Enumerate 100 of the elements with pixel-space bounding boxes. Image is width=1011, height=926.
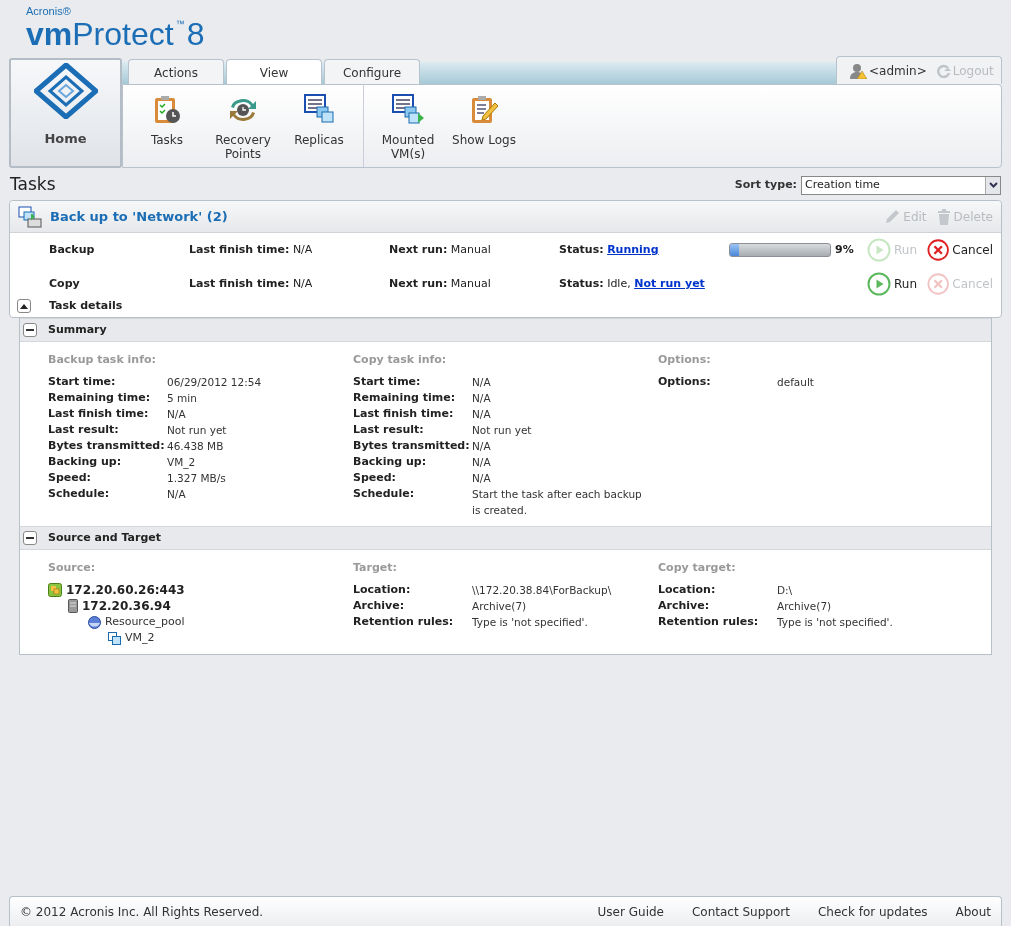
field-value: N/A — [472, 471, 492, 486]
home-button[interactable]: Home — [9, 58, 122, 168]
section-title: Summary — [48, 321, 107, 338]
field-label: Remaining time: — [48, 390, 152, 406]
field-label: Start time: — [353, 374, 422, 390]
tree-item[interactable]: Resource_pool — [105, 613, 185, 631]
field-label: Last result: — [353, 422, 425, 438]
field-label: Remaining time: — [353, 390, 457, 406]
caret-icon — [20, 303, 28, 309]
section-title: Source and Target — [48, 529, 162, 546]
page-title: Tasks — [10, 173, 56, 197]
section-toggle[interactable] — [23, 531, 37, 545]
clipboard-pencil-icon — [469, 95, 499, 125]
diamond-logo-icon — [33, 62, 98, 119]
field-value: N/A — [167, 487, 187, 502]
clipboard-clock-icon — [152, 95, 182, 125]
status-link[interactable]: Not run yet — [634, 276, 705, 290]
windows-play-icon — [391, 93, 425, 125]
field-value: Type is 'not specified'. — [472, 615, 589, 630]
field-value: Not run yet — [167, 423, 228, 438]
play-circle-icon — [867, 238, 891, 262]
footer-link[interactable]: Check for updates — [817, 902, 928, 921]
footer-link[interactable]: Contact Support — [692, 902, 790, 921]
field-label: Speed: — [353, 470, 397, 486]
field-label: Bytes transmitted: — [48, 438, 166, 454]
field-label: Last finish time: — [48, 406, 150, 422]
product-version: 8 — [186, 17, 205, 51]
tree-item[interactable]: 172.20.60.26:443 — [66, 581, 185, 599]
last-finish-time: Last finish time: N/A — [189, 275, 314, 292]
user-name: <admin> — [869, 62, 927, 80]
field-label: Schedule: — [48, 486, 111, 502]
details-label: Task details — [49, 297, 123, 314]
toolbar-button[interactable]: Tasks — [129, 91, 205, 167]
field-label: Archive: — [658, 598, 711, 614]
field-value: Start the task after each backup is created. — [472, 487, 643, 518]
field-label: Bytes transmitted: — [353, 438, 471, 454]
field-label: Speed: — [48, 470, 92, 486]
product-name: vmProtect — [26, 17, 174, 51]
user-warning-icon — [849, 62, 867, 79]
footer-link[interactable]: User Guide — [597, 902, 664, 921]
field-label: Schedule: — [353, 486, 416, 502]
field-label: Retention rules: — [353, 614, 455, 630]
field-value: Archive(7) — [777, 599, 833, 614]
sort-dropdown[interactable]: Creation time — [801, 175, 1001, 195]
task-name: Copy — [49, 275, 81, 292]
field-value: N/A — [472, 439, 492, 454]
field-value: N/A — [167, 407, 187, 422]
status-link[interactable]: Running — [607, 242, 659, 256]
section-toggle[interactable] — [23, 323, 37, 337]
column-heading: Copy target: — [658, 560, 737, 576]
pencil-icon — [884, 208, 901, 225]
field-value: Archive(7) — [472, 599, 528, 614]
close-circle-icon — [927, 238, 950, 262]
column-heading: Backup task info: — [48, 352, 157, 368]
close-circle-icon — [927, 272, 950, 296]
tree-item[interactable]: 172.20.36.94 — [82, 597, 171, 615]
column-heading: Source: — [48, 560, 97, 576]
field-value: \\172.20.38.84\ForBackup\ — [472, 583, 613, 598]
task-status: Status: Running — [559, 241, 660, 258]
field-label: Backing up: — [48, 454, 123, 470]
field-value: VM_2 — [167, 455, 197, 470]
next-run: Next run: Manual — [389, 275, 492, 292]
toolbar-button[interactable]: Show Logs — [446, 91, 522, 167]
details-toggle[interactable] — [17, 299, 31, 313]
column-heading: Target: — [353, 560, 398, 576]
toolbar-button[interactable]: Recovery Points — [205, 91, 281, 167]
field-label: Last result: — [48, 422, 120, 438]
task-name: Backup — [49, 241, 96, 258]
footer-link[interactable]: About — [955, 902, 991, 921]
field-value: 5 min — [167, 391, 198, 406]
field-label: Last finish time: — [353, 406, 455, 422]
field-label: Start time: — [48, 374, 117, 390]
column-heading: Copy task info: — [353, 352, 448, 368]
field-label: Backing up: — [353, 454, 428, 470]
tree-item[interactable]: VM_2 — [125, 629, 155, 647]
field-label: Options: — [658, 374, 712, 390]
ribbon-tab[interactable]: View — [226, 59, 322, 85]
field-value: 1.327 MB/s — [167, 471, 227, 486]
task-group-title: Back up to 'Network' (2) — [50, 207, 228, 226]
chevron-down-icon — [988, 182, 998, 188]
copyright-text: © 2012 Acronis Inc. All Rights Reserved. — [20, 903, 264, 921]
next-run: Next run: Manual — [389, 241, 492, 258]
host-icon — [48, 583, 62, 597]
field-label: Location: — [353, 582, 412, 598]
last-finish-time: Last finish time: N/A — [189, 241, 314, 258]
sort-label: Sort type: — [734, 176, 797, 193]
toolbar-button[interactable]: Replicas — [281, 91, 357, 167]
run-button[interactable]: Run — [867, 272, 921, 296]
toolbar-button[interactable]: Mounted VM(s) — [370, 91, 446, 167]
backup-network-icon — [18, 205, 42, 228]
cancel-button[interactable]: Cancel — [927, 238, 993, 262]
field-value: default — [777, 375, 815, 390]
ribbon-tab[interactable]: Configure — [324, 59, 420, 85]
field-value: N/A — [472, 407, 492, 422]
field-value: N/A — [472, 375, 492, 390]
play-circle-icon — [867, 272, 891, 296]
field-label: Retention rules: — [658, 614, 760, 630]
field-value: D:\ — [777, 583, 794, 598]
logout-arrow-icon — [936, 63, 951, 78]
ribbon-tab[interactable]: Actions — [128, 59, 224, 85]
